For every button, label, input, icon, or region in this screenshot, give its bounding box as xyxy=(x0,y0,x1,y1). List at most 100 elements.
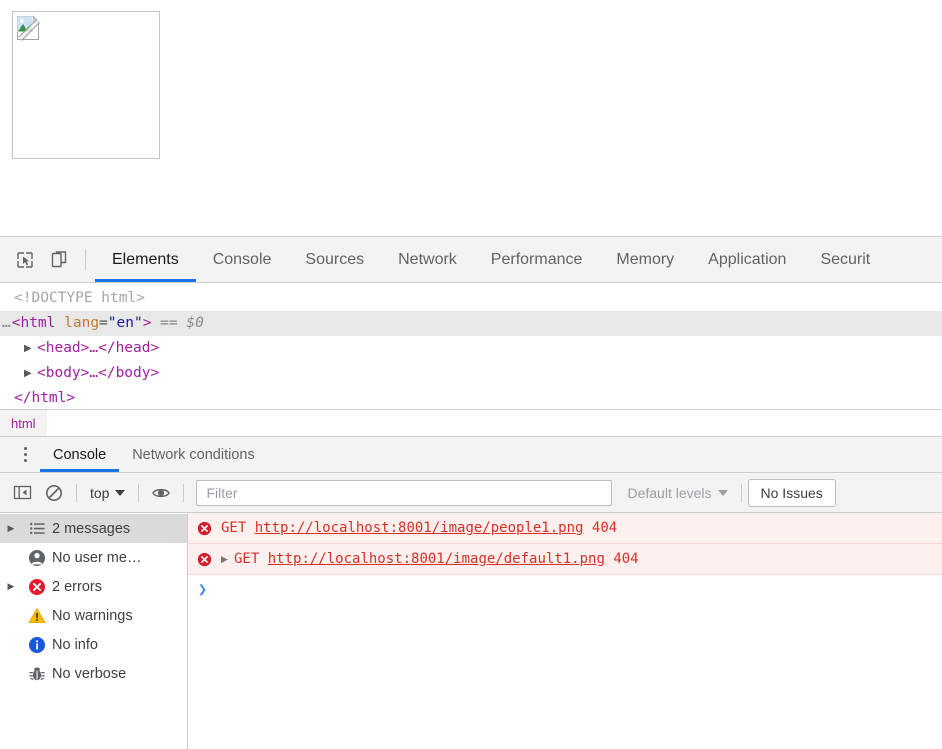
page-viewport xyxy=(0,0,942,236)
device-toolbar-icon[interactable] xyxy=(42,237,76,282)
console-message-list: GET http://localhost:8001/image/people1.… xyxy=(188,513,942,749)
toolbar-divider xyxy=(740,483,742,502)
dom-tree[interactable]: <!DOCTYPE html> … <html lang="en"> == $0 … xyxy=(0,283,942,409)
tab-application[interactable]: Application xyxy=(691,237,803,282)
sidebar-item-info-label: No info xyxy=(52,636,98,653)
console-message-row[interactable]: GET http://localhost:8001/image/people1.… xyxy=(188,513,942,544)
bug-icon xyxy=(22,665,52,683)
chevron-down-icon xyxy=(115,489,126,496)
sidebar-item-errors[interactable]: ▶ 2 errors xyxy=(0,572,187,601)
body-node-text: <body>…</body> xyxy=(37,365,160,381)
sidebar-item-user-messages[interactable]: No user me… xyxy=(0,543,187,572)
html-close-text: </html> xyxy=(14,390,76,406)
tab-performance[interactable]: Performance xyxy=(474,237,600,282)
issues-button[interactable]: No Issues xyxy=(747,478,836,507)
expand-triangle-icon[interactable]: ▶ xyxy=(0,581,22,592)
console-body: ▶ 2 messages No user me… ▶ 2 errors No w… xyxy=(0,513,942,749)
tab-elements-label: Elements xyxy=(112,250,179,268)
console-message-status: 404 xyxy=(591,520,618,536)
console-message-method: GET xyxy=(234,551,260,567)
console-message-row[interactable]: ▶ GET http://localhost:8001/image/defaul… xyxy=(188,544,942,575)
dom-row-html-close[interactable]: </html> xyxy=(0,386,942,409)
expand-triangle-icon[interactable]: ▶ xyxy=(0,523,22,534)
sidebar-item-warnings[interactable]: No warnings xyxy=(0,601,187,630)
toolbar-divider xyxy=(183,483,185,502)
console-sidebar: ▶ 2 messages No user me… ▶ 2 errors No w… xyxy=(0,513,188,749)
error-icon xyxy=(197,521,212,536)
dom-ellipsis: … xyxy=(2,315,11,331)
tab-network[interactable]: Network xyxy=(381,237,474,282)
expand-triangle-icon[interactable]: ▶ xyxy=(24,361,37,386)
toolbar-divider xyxy=(85,249,86,270)
html-attr-name: lang xyxy=(64,315,100,331)
tab-console[interactable]: Console xyxy=(196,237,289,282)
sidebar-item-warnings-label: No warnings xyxy=(52,607,133,624)
toolbar-divider xyxy=(76,483,77,502)
log-levels-selector[interactable]: Default levels xyxy=(620,481,734,505)
error-icon xyxy=(197,552,212,567)
dom-row-html[interactable]: … <html lang="en"> == $0 xyxy=(0,311,942,336)
console-prompt[interactable]: ❯ xyxy=(188,575,942,603)
sidebar-item-messages-label: 2 messages xyxy=(52,520,131,537)
sidebar-item-user-messages-label: No user me… xyxy=(52,549,142,566)
tab-sources-label: Sources xyxy=(305,250,365,268)
tab-elements[interactable]: Elements xyxy=(95,237,196,282)
sidebar-item-verbose-label: No verbose xyxy=(52,665,127,682)
chevron-down-icon xyxy=(717,489,728,496)
error-icon xyxy=(22,578,52,596)
sidebar-item-errors-label: 2 errors xyxy=(52,578,102,595)
inspect-element-icon[interactable] xyxy=(8,237,42,282)
sidebar-item-info[interactable]: No info xyxy=(0,630,187,659)
clear-console-icon[interactable] xyxy=(38,473,70,513)
html-attr-eq: = xyxy=(99,315,108,331)
user-icon xyxy=(22,549,52,567)
broken-image-placeholder[interactable] xyxy=(12,11,160,159)
tab-security[interactable]: Securit xyxy=(803,237,887,282)
drawer-tab-console[interactable]: Console xyxy=(40,437,120,472)
console-toolbar: top Default levels No Issues xyxy=(0,473,942,513)
broken-image-icon xyxy=(16,15,42,41)
html-tag-open: <html xyxy=(11,315,56,331)
tab-performance-label: Performance xyxy=(490,250,583,268)
selected-node-marker: == $0 xyxy=(160,315,204,331)
drawer-tab-network-conditions-label: Network conditions xyxy=(132,446,255,463)
tab-network-label: Network xyxy=(398,250,457,268)
toolbar-divider xyxy=(138,483,140,502)
sidebar-item-messages[interactable]: ▶ 2 messages xyxy=(0,514,187,543)
execution-context-label: top xyxy=(90,484,110,501)
console-filter-input[interactable] xyxy=(196,479,613,506)
html-attr-value: "en" xyxy=(107,315,143,331)
tab-memory[interactable]: Memory xyxy=(599,237,691,282)
drawer-tab-network-conditions[interactable]: Network conditions xyxy=(119,437,268,472)
sidebar-item-verbose[interactable]: No verbose xyxy=(0,659,187,688)
warning-icon xyxy=(22,607,52,625)
head-node-text: <head>…</head> xyxy=(37,340,160,356)
devtools-panel: Elements Console Sources Network Perform… xyxy=(0,236,942,749)
breadcrumb: html xyxy=(0,409,942,437)
breadcrumb-item-html[interactable]: html xyxy=(0,410,47,436)
tab-sources[interactable]: Sources xyxy=(288,237,381,282)
log-levels-label: Default levels xyxy=(627,484,712,501)
execution-context-selector[interactable]: top xyxy=(83,481,132,505)
console-message-status: 404 xyxy=(613,551,639,567)
info-icon xyxy=(22,636,52,654)
console-message-url[interactable]: http://localhost:8001/image/default1.png xyxy=(268,551,605,567)
live-expression-eye-icon[interactable] xyxy=(145,473,177,513)
issues-button-label: No Issues xyxy=(760,484,823,501)
dom-row-body[interactable]: ▶ <body>…</body> xyxy=(0,361,942,386)
prompt-chevron-icon: ❯ xyxy=(198,580,208,598)
tab-application-label: Application xyxy=(708,250,787,268)
dom-row-head[interactable]: ▶ <head>…</head> xyxy=(0,336,942,361)
doctype-text: <!DOCTYPE html> xyxy=(14,290,145,306)
drawer-tabbar: Console Network conditions xyxy=(0,437,942,473)
console-message-url[interactable]: http://localhost:8001/image/people1.png xyxy=(255,520,584,536)
console-sidebar-toggle-icon[interactable] xyxy=(6,473,38,513)
more-options-kebab-icon[interactable] xyxy=(10,437,40,472)
expand-triangle-icon[interactable]: ▶ xyxy=(221,554,234,565)
tab-memory-label: Memory xyxy=(616,250,675,268)
expand-triangle-icon[interactable]: ▶ xyxy=(24,336,37,361)
dom-row-doctype[interactable]: <!DOCTYPE html> xyxy=(0,286,942,311)
tab-console-label: Console xyxy=(212,250,272,268)
devtools-main-tabbar: Elements Console Sources Network Perform… xyxy=(0,237,942,283)
breadcrumb-item-label: html xyxy=(11,415,36,431)
